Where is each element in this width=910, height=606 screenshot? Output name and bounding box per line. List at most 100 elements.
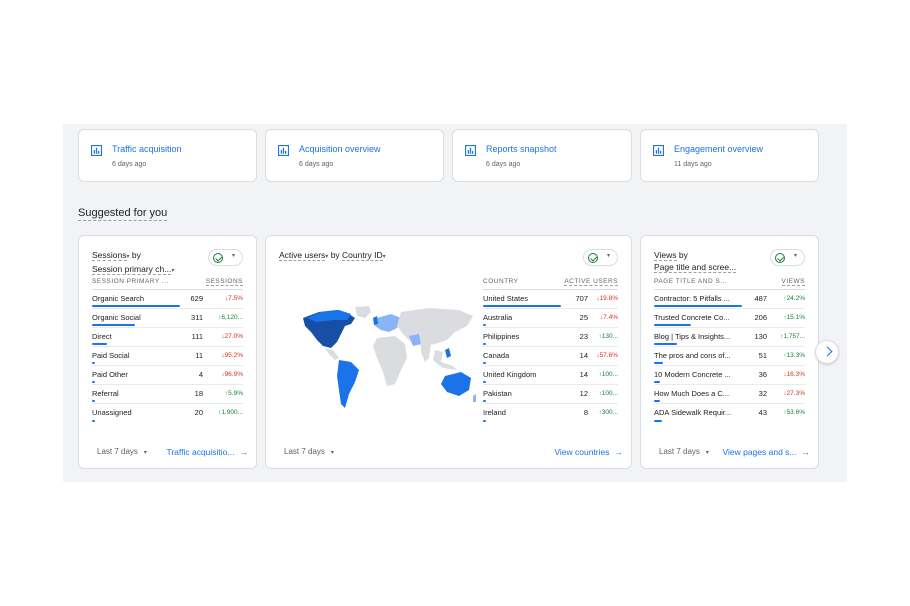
table-header: SESSION PRIMARY ... SESSIONS: [92, 276, 243, 290]
change-value: 6,120...: [221, 313, 243, 321]
row-change: ↑6,120...: [218, 314, 243, 321]
row-label: Organic Social: [92, 313, 141, 322]
row-change: ↑53.6%: [783, 409, 805, 416]
chevron-down-icon: ▾: [607, 253, 611, 259]
table-row[interactable]: Contractor: 5 Pitfalls ... 487 ↑24.2%: [654, 290, 805, 309]
dimension-label[interactable]: Session primary ch...: [92, 263, 172, 275]
table-header: PAGE TITLE AND S... VIEWS: [654, 276, 805, 290]
map-region-uk: [373, 316, 378, 325]
map-region-asia: [397, 308, 473, 346]
table-row[interactable]: Ireland 8 ↑300...: [483, 404, 618, 423]
data-table: COUNTRY ACTIVE USERS United States 707 ↓19.8…: [483, 276, 618, 423]
row-value: 36: [758, 370, 767, 379]
chevron-down-icon: ▾: [794, 253, 798, 259]
metric-label[interactable]: Sessions: [92, 250, 127, 261]
change-value: 27.3%: [786, 389, 805, 397]
recent-report-card[interactable]: Traffic acquisition 6 days ago: [78, 129, 257, 182]
metric-label[interactable]: Active users: [279, 250, 326, 261]
row-share-bar: [483, 400, 486, 402]
chevron-down-icon: ▾: [705, 450, 709, 456]
row-value: 25: [579, 313, 588, 322]
table-row[interactable]: ADA Sidewalk Requir... 43 ↑53.6%: [654, 404, 805, 423]
recent-report-card[interactable]: Reports snapshot 6 days ago: [452, 129, 632, 182]
view-report-link[interactable]: Traffic acquisitio... →: [166, 447, 248, 457]
recent-report-time: 6 days ago: [112, 161, 147, 168]
chevron-down-icon[interactable]: ▾: [127, 254, 130, 260]
table-row[interactable]: 10 Modern Concrete ... 36 ↓16.3%: [654, 366, 805, 385]
table-row[interactable]: United States 707 ↓19.8%: [483, 290, 618, 309]
view-countries-link[interactable]: View countries →: [554, 447, 623, 457]
by-label: by: [678, 250, 688, 260]
table-row[interactable]: Referral 18 ↑5.9%: [92, 385, 243, 404]
recent-report-title[interactable]: Engagement overview: [674, 144, 763, 154]
table-row[interactable]: Pakistan 12 ↑100...: [483, 385, 618, 404]
row-share-bar: [92, 343, 108, 345]
chevron-down-icon[interactable]: ▾: [383, 254, 386, 260]
column-header-dimension[interactable]: SESSION PRIMARY ...: [92, 278, 169, 285]
table-row[interactable]: Direct 111 ↓27.0%: [92, 328, 243, 347]
row-value: 51: [758, 351, 767, 360]
chevron-down-icon[interactable]: ▾: [325, 254, 328, 260]
recent-report-time: 6 days ago: [299, 161, 334, 168]
map-region-south-america: [337, 360, 359, 408]
table-row[interactable]: Canada 14 ↓57.6%: [483, 347, 618, 366]
column-header-dimension[interactable]: PAGE TITLE AND S...: [654, 278, 727, 285]
change-value: 100...: [601, 370, 618, 378]
map-region-new-zealand: [473, 394, 476, 402]
card-title[interactable]: Sessions▾ by Session primary ch...▾: [92, 250, 174, 277]
card-title[interactable]: Views by Page title and scree...: [654, 250, 737, 273]
status-pill[interactable]: ▾: [770, 249, 805, 266]
table-row[interactable]: Philippines 23 ↑130...: [483, 328, 618, 347]
date-range-dropdown[interactable]: Last 7 days ▾: [97, 447, 147, 456]
view-pages-link[interactable]: View pages and s... →: [722, 447, 810, 457]
date-range-label: Last 7 days: [97, 447, 138, 456]
world-map[interactable]: [297, 304, 477, 414]
change-value: 96.9%: [224, 370, 243, 378]
row-share-bar: [483, 305, 562, 307]
metric-label[interactable]: Views: [654, 250, 677, 261]
chevron-down-icon[interactable]: ▾: [171, 268, 174, 274]
row-label: Australia: [483, 313, 513, 322]
table-row[interactable]: Blog | Tips & Insights... 130 ↑1,757...: [654, 328, 805, 347]
row-value: 43: [758, 408, 767, 417]
recent-report-title[interactable]: Acquisition overview: [299, 144, 381, 154]
row-label: The pros and cons of...: [654, 351, 731, 360]
card-title[interactable]: Active users▾ by Country ID▾: [279, 250, 386, 264]
map-region-india: [421, 342, 431, 362]
column-header-dimension[interactable]: COUNTRY: [483, 278, 519, 285]
table-row[interactable]: Unassigned 20 ↑1,900...: [92, 404, 243, 423]
table-row[interactable]: Paid Social 11 ↓95.2%: [92, 347, 243, 366]
date-range-dropdown[interactable]: Last 7 days ▾: [284, 447, 334, 456]
table-row[interactable]: Paid Other 4 ↓96.9%: [92, 366, 243, 385]
table-row[interactable]: Trusted Concrete Co... 206 ↑15.1%: [654, 309, 805, 328]
row-change: ↓7.4%: [600, 314, 618, 321]
column-header-metric[interactable]: ACTIVE USERS: [564, 278, 618, 286]
date-range-dropdown[interactable]: Last 7 days ▾: [659, 447, 709, 456]
row-change: ↑1,757...: [780, 333, 805, 340]
date-range-label: Last 7 days: [284, 447, 325, 456]
column-header-metric[interactable]: SESSIONS: [205, 278, 243, 286]
row-label: Unassigned: [92, 408, 132, 417]
table-row[interactable]: The pros and cons of... 51 ↑13.3%: [654, 347, 805, 366]
table-row[interactable]: Organic Search 629 ↓7.5%: [92, 290, 243, 309]
row-share-bar: [92, 324, 136, 326]
recent-report-card[interactable]: Acquisition overview 6 days ago: [265, 129, 444, 182]
table-row[interactable]: Australia 25 ↓7.4%: [483, 309, 618, 328]
dimension-label[interactable]: Page title and scree...: [654, 261, 737, 273]
table-row[interactable]: United Kingdom 14 ↑100...: [483, 366, 618, 385]
table-row[interactable]: Organic Social 311 ↑6,120...: [92, 309, 243, 328]
change-value: 57.6%: [599, 351, 618, 359]
dimension-label[interactable]: Country ID: [342, 250, 383, 261]
table-row[interactable]: How Much Does a C... 32 ↓27.3%: [654, 385, 805, 404]
status-pill[interactable]: ▾: [583, 249, 618, 266]
status-pill[interactable]: ▾: [208, 249, 243, 266]
change-value: 7.5%: [228, 294, 243, 302]
next-cards-button[interactable]: [815, 340, 839, 364]
row-share-bar: [654, 324, 692, 326]
column-header-metric[interactable]: VIEWS: [781, 278, 805, 286]
recent-report-card[interactable]: Engagement overview 11 days ago: [640, 129, 819, 182]
recent-report-title[interactable]: Traffic acquisition: [112, 144, 182, 154]
recent-report-title[interactable]: Reports snapshot: [486, 144, 557, 154]
check-circle-icon: [775, 253, 785, 263]
row-change: ↓95.2%: [221, 352, 243, 359]
